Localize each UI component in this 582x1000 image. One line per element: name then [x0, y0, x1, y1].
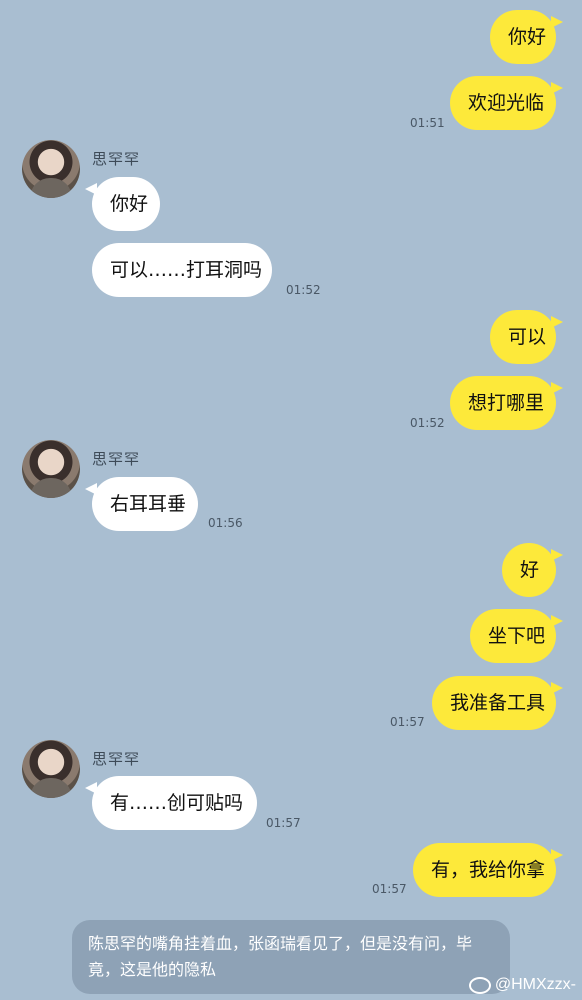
contact-avatar[interactable] [22, 440, 80, 498]
message-timestamp: 01:56 [208, 516, 243, 530]
my-message-bubble[interactable]: 好 [502, 543, 563, 597]
message-timestamp: 01:57 [266, 816, 301, 830]
my-message-bubble[interactable]: 有，我给你拿 [413, 843, 563, 897]
contact-message-bubble[interactable]: 有……创可贴吗 [85, 776, 257, 830]
my-message-bubble[interactable]: 坐下吧 [470, 609, 563, 663]
contact-name: 思罕罕 [92, 150, 141, 168]
my-message-bubble[interactable]: 可以 [490, 310, 563, 364]
contact-message-bubble[interactable]: 你好 [85, 177, 160, 231]
watermark-text: @HMXzzx- [494, 976, 576, 993]
contact-name: 思罕罕 [92, 750, 141, 768]
message-timestamp: 01:51 [410, 116, 445, 130]
my-message-bubble[interactable]: 欢迎光临 [450, 76, 563, 130]
weibo-icon [468, 976, 491, 994]
weibo-watermark: @HMXzzx- [468, 976, 576, 994]
message-timestamp: 01:57 [390, 715, 425, 729]
contact-message-bubble[interactable]: 右耳耳垂 [85, 477, 198, 531]
narration-caption: 陈思罕的嘴角挂着血，张函瑞看见了，但是没有问，毕竟，这是他的隐私 [72, 920, 510, 994]
message-timestamp: 01:52 [286, 283, 321, 297]
my-message-bubble[interactable]: 想打哪里 [450, 376, 563, 430]
my-message-bubble[interactable]: 我准备工具 [432, 676, 563, 730]
my-message-bubble[interactable]: 你好 [490, 10, 563, 64]
contact-avatar[interactable] [22, 140, 80, 198]
contact-message-bubble[interactable]: 可以……打耳洞吗 [92, 243, 272, 297]
message-timestamp: 01:52 [410, 416, 445, 430]
contact-name: 思罕罕 [92, 450, 141, 468]
contact-avatar[interactable] [22, 740, 80, 798]
message-timestamp: 01:57 [372, 882, 407, 896]
